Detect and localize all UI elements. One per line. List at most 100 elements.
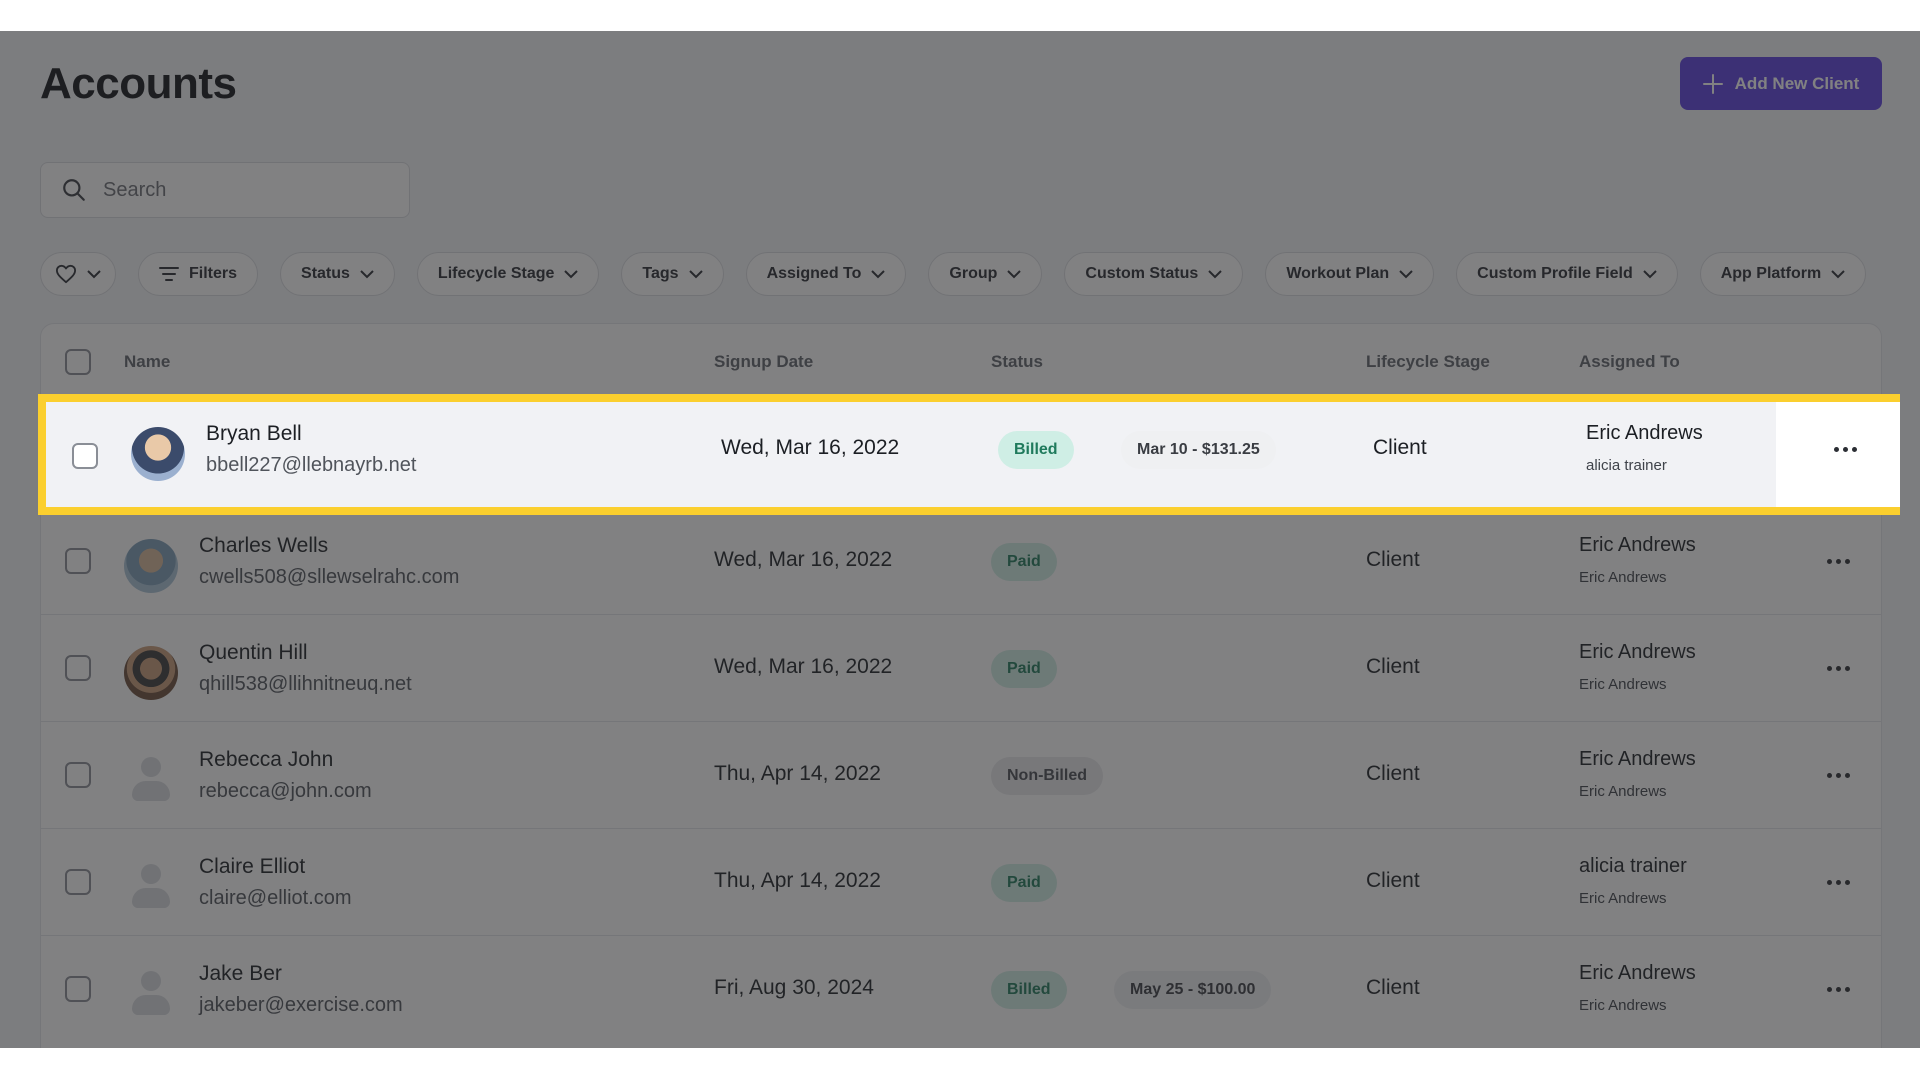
select-all-checkbox[interactable]: [65, 349, 91, 375]
lifecycle-stage: Client: [1366, 869, 1420, 892]
column-header-signup-date[interactable]: Signup Date: [714, 352, 813, 372]
client-name[interactable]: Charles Wells: [199, 534, 328, 558]
signup-date: Wed, Mar 16, 2022: [714, 655, 893, 678]
filters-chip-label: Filters: [189, 265, 238, 282]
app-platform-filter-chip[interactable]: App Platform: [1699, 252, 1867, 296]
app-platform-filter-label: App Platform: [1720, 265, 1822, 282]
status-badge: Paid: [991, 650, 1057, 688]
row-actions-button[interactable]: [1821, 760, 1855, 790]
filter-bar: Filters Status Lifecycle Stage Tags Assi…: [40, 251, 1867, 297]
accounts-page: Accounts Add New Client Filters Status: [0, 31, 1920, 1048]
client-email: jakeber@exercise.com: [199, 994, 403, 1016]
column-header-assigned-to[interactable]: Assigned To: [1579, 352, 1680, 372]
assigned-to-filter-chip[interactable]: Assigned To: [745, 252, 907, 296]
client-name[interactable]: Bryan Bell: [206, 422, 302, 446]
client-name[interactable]: Rebecca John: [199, 748, 333, 772]
group-filter-chip[interactable]: Group: [928, 252, 1043, 296]
signup-date: Wed, Mar 16, 2022: [714, 548, 893, 571]
chevron-down-icon: [564, 269, 579, 278]
highlighted-table-row[interactable]: Bryan Bell bbell227@llebnayrb.net Wed, M…: [38, 394, 1900, 515]
tags-filter-label: Tags: [642, 265, 679, 282]
search-box[interactable]: [40, 162, 410, 218]
client-email: qhill538@llihnitneuq.net: [199, 673, 412, 695]
row-actions-button[interactable]: [1821, 867, 1855, 897]
lifecycle-stage-filter-chip[interactable]: Lifecycle Stage: [416, 252, 600, 296]
workout-plan-filter-chip[interactable]: Workout Plan: [1265, 252, 1435, 296]
workout-plan-filter-label: Workout Plan: [1286, 265, 1390, 282]
plus-icon: [1702, 73, 1723, 94]
row-checkbox[interactable]: [65, 976, 91, 1002]
bottom-margin: [0, 1048, 1920, 1080]
row-checkbox[interactable]: [72, 443, 98, 469]
group-filter-label: Group: [949, 265, 998, 282]
assigned-secondary: Eric Andrews: [1579, 783, 1667, 800]
row-actions-button[interactable]: [1821, 546, 1855, 576]
avatar: [131, 427, 185, 481]
lifecycle-stage: Client: [1366, 976, 1420, 999]
assigned-secondary: Eric Andrews: [1579, 997, 1667, 1014]
column-header-lifecycle-stage[interactable]: Lifecycle Stage: [1366, 352, 1490, 372]
row-checkbox[interactable]: [65, 655, 91, 681]
table-row[interactable]: Quentin Hill qhill538@llihnitneuq.net We…: [41, 614, 1881, 721]
table-row[interactable]: Charles Wells cwells508@sllewselrahc.com…: [41, 507, 1881, 614]
add-new-client-button[interactable]: Add New Client: [1680, 57, 1882, 110]
client-email: bbell227@llebnayrb.net: [206, 454, 417, 476]
billing-note-badge: May 25 - $100.00: [1114, 971, 1272, 1009]
row-actions-button[interactable]: [1821, 653, 1855, 683]
avatar: [124, 646, 178, 700]
more-horizontal-icon: [1826, 558, 1832, 564]
chevron-down-icon: [1831, 269, 1845, 278]
more-horizontal-icon: [1826, 772, 1832, 778]
row-checkbox[interactable]: [65, 869, 91, 895]
client-name[interactable]: Quentin Hill: [199, 641, 308, 665]
table-row[interactable]: Claire Elliot claire@elliot.com Thu, Apr…: [41, 828, 1881, 935]
heart-icon: [56, 264, 76, 284]
filters-chip[interactable]: Filters: [138, 252, 259, 296]
chevron-down-icon: [688, 269, 703, 278]
lifecycle-stage: Client: [1373, 436, 1427, 459]
lifecycle-stage: Client: [1366, 548, 1420, 571]
more-horizontal-icon: [1826, 986, 1832, 992]
chevron-down-icon: [1208, 269, 1223, 278]
assigned-to: Eric Andrews: [1579, 641, 1696, 663]
status-badge: Paid: [991, 543, 1057, 581]
table-row[interactable]: Rebecca John rebecca@john.com Thu, Apr 1…: [41, 721, 1881, 828]
table-row[interactable]: Jake Ber jakeber@exercise.com Fri, Aug 3…: [41, 935, 1881, 1042]
billing-note-badge: Mar 10 - $131.25: [1121, 431, 1276, 469]
avatar: [124, 539, 178, 593]
status-filter-label: Status: [301, 265, 350, 282]
search-input[interactable]: [101, 177, 365, 203]
more-horizontal-icon: [1833, 446, 1839, 452]
client-email: claire@elliot.com: [199, 887, 352, 909]
custom-profile-field-filter-label: Custom Profile Field: [1477, 265, 1633, 282]
client-email: rebecca@john.com: [199, 780, 372, 802]
row-checkbox[interactable]: [65, 762, 91, 788]
client-name[interactable]: Jake Ber: [199, 962, 282, 986]
row-checkbox[interactable]: [65, 548, 91, 574]
chevron-down-icon: [1643, 269, 1657, 278]
chevron-down-icon: [360, 269, 374, 278]
page-title: Accounts: [40, 59, 237, 108]
more-horizontal-icon: [1826, 879, 1832, 885]
status-badge: Billed: [998, 431, 1074, 469]
signup-date: Fri, Aug 30, 2024: [714, 976, 874, 999]
assigned-to: alicia trainer: [1579, 855, 1687, 877]
custom-profile-field-filter-chip[interactable]: Custom Profile Field: [1456, 252, 1678, 296]
avatar: [124, 860, 178, 914]
custom-status-filter-label: Custom Status: [1085, 265, 1199, 282]
custom-status-filter-chip[interactable]: Custom Status: [1064, 252, 1244, 296]
chevron-down-icon: [1007, 269, 1022, 278]
client-name[interactable]: Claire Elliot: [199, 855, 305, 879]
row-actions-button[interactable]: [1821, 974, 1855, 1004]
signup-date: Thu, Apr 14, 2022: [714, 762, 881, 785]
column-header-status[interactable]: Status: [991, 352, 1043, 372]
assigned-to: Eric Andrews: [1579, 534, 1696, 556]
tags-filter-chip[interactable]: Tags: [621, 252, 724, 296]
row-actions-button[interactable]: [1828, 434, 1862, 464]
avatar: [124, 967, 178, 1021]
status-filter-chip[interactable]: Status: [280, 252, 395, 296]
favorites-filter-chip[interactable]: [40, 252, 116, 296]
assigned-secondary: Eric Andrews: [1579, 890, 1667, 907]
column-header-name[interactable]: Name: [124, 352, 170, 372]
search-icon: [63, 179, 85, 201]
